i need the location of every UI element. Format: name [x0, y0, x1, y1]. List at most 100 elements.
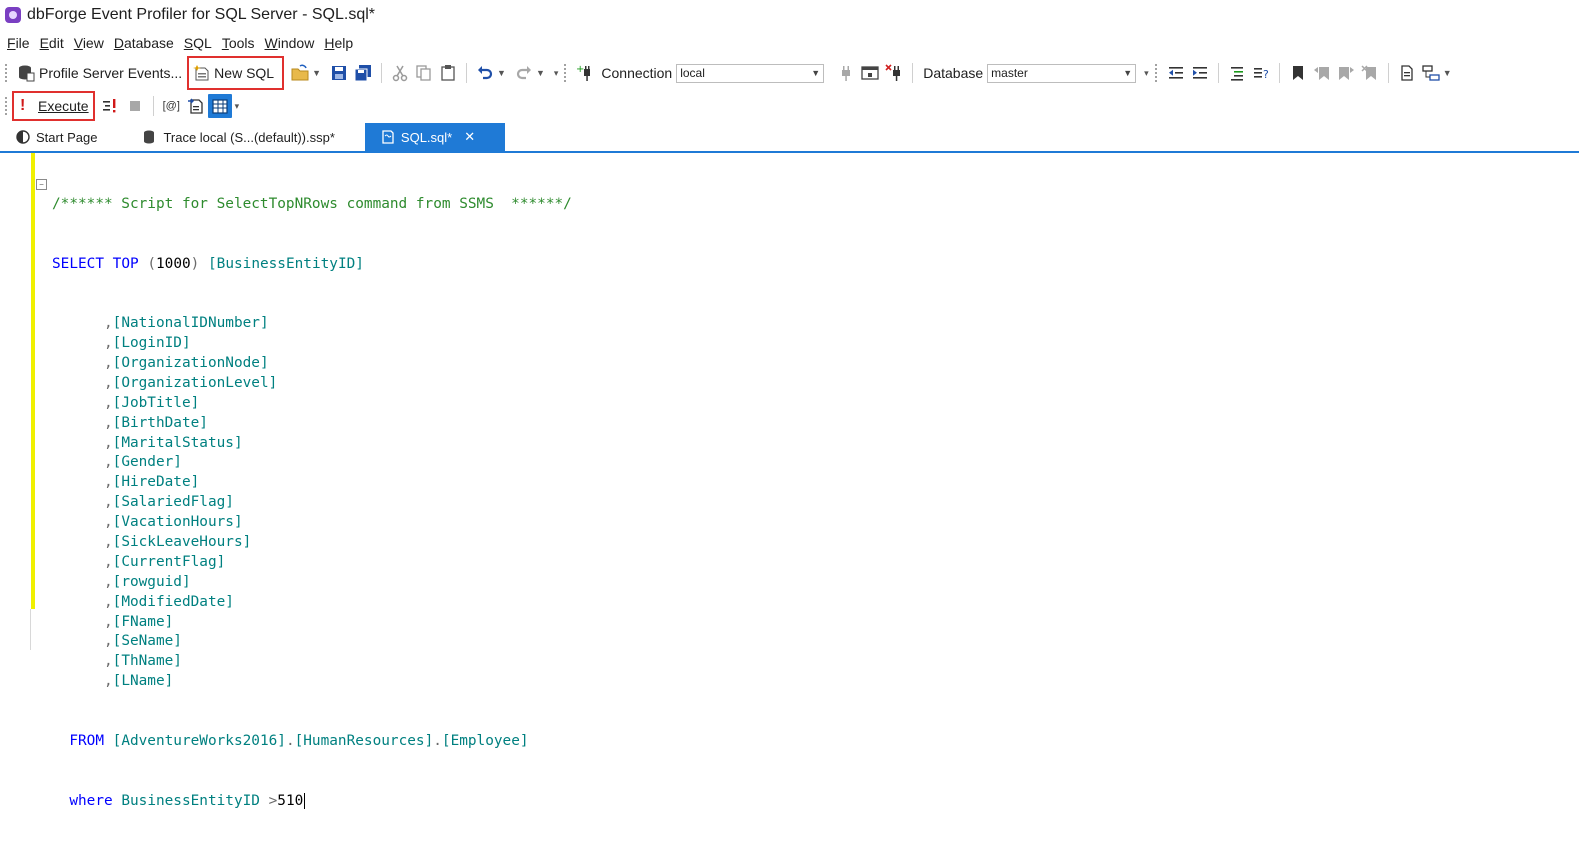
menu-item-sql[interactable]: SQL — [180, 35, 216, 51]
toolbar-grip[interactable] — [563, 63, 568, 83]
sql-toolbar: ! Execute [@] ▾ — [0, 91, 1579, 121]
menu-label-rest: indow — [277, 35, 315, 51]
code-line: ,[LName] — [52, 672, 572, 692]
previous-bookmark-button[interactable] — [1310, 61, 1334, 85]
export-document-icon — [187, 97, 205, 115]
connection-select[interactable]: local ▼ — [676, 63, 825, 83]
menu-label-rest: atabase — [123, 35, 174, 51]
profile-server-events-label: Profile Server Events... — [39, 65, 183, 81]
comma: , — [103, 355, 113, 371]
comma: , — [103, 474, 113, 491]
menu-item-tools[interactable]: Tools — [218, 35, 259, 51]
code-area[interactable]: /****** Script for SelectTopNRows comman… — [52, 155, 572, 851]
document-outline-button[interactable] — [1395, 61, 1419, 85]
toolbar-grip[interactable] — [1153, 63, 1158, 83]
menu-item-window[interactable]: Window — [261, 35, 319, 51]
collapse-icon[interactable]: − — [36, 179, 47, 190]
column-identifier: [MaritalStatus] — [112, 434, 243, 451]
database-select-value: master — [991, 66, 1028, 80]
comma: , — [103, 593, 113, 610]
menu-label-rest: ools — [228, 35, 255, 51]
disconnect-icon — [885, 64, 903, 82]
execute-current-statement-button[interactable] — [99, 94, 123, 118]
menu-item-file[interactable]: File — [3, 35, 34, 51]
results-to-grid-button[interactable] — [207, 94, 232, 118]
tab-start-page[interactable]: Start Page — [0, 123, 109, 151]
code-line: FROM [AdventureWorks2016].[HumanResource… — [52, 732, 572, 752]
database-identifier: [AdventureWorks2016] — [112, 732, 286, 749]
copy-button[interactable] — [412, 61, 436, 85]
menu-item-database[interactable]: Database — [110, 35, 178, 51]
toolbar-overflow-icon[interactable]: ▾ — [1144, 68, 1149, 79]
new-connection-button[interactable]: + — [573, 61, 597, 85]
menu-item-help[interactable]: Help — [320, 35, 357, 51]
tab-trace-local[interactable]: Trace local (S...(default)).ssp* — [127, 123, 346, 151]
comma: , — [103, 633, 113, 650]
toolbar-grip[interactable] — [4, 63, 8, 83]
format-question-icon: ? — [1252, 64, 1270, 82]
column-identifier: [Gender] — [112, 454, 182, 471]
sql-editor[interactable]: − /****** Script for SelectTopNRows comm… — [0, 153, 1579, 809]
toolbar-overflow-icon[interactable]: ▾ — [235, 101, 240, 112]
paren: ) — [190, 255, 200, 272]
comma: , — [103, 673, 113, 690]
toggle-bookmark-button[interactable] — [1286, 61, 1310, 85]
decrease-indent-button[interactable] — [1164, 61, 1188, 85]
chevron-down-icon: ▼ — [1123, 68, 1133, 78]
undo-dropdown-arrow[interactable]: ▼ — [497, 68, 506, 78]
disconnect-button[interactable] — [882, 61, 906, 85]
code-line: where BusinessEntityID >510 — [52, 792, 572, 812]
save-button[interactable] — [327, 61, 351, 85]
undo-button[interactable]: ▼ — [473, 61, 512, 85]
comma: , — [103, 553, 113, 570]
redo-dropdown-arrow[interactable]: ▼ — [536, 68, 545, 78]
menu-accelerator: E — [39, 35, 49, 51]
menu-item-edit[interactable]: Edit — [36, 35, 68, 51]
menu-accelerator: W — [264, 35, 278, 51]
open-dropdown-arrow[interactable]: ▼ — [312, 68, 321, 78]
tab-sql-file[interactable]: SQL.sql* ✕ — [364, 123, 506, 151]
comma: , — [103, 454, 113, 471]
next-bookmark-button[interactable] — [1334, 61, 1358, 85]
format-selection-button[interactable]: ? — [1249, 61, 1273, 85]
parameters-button[interactable]: [@] — [160, 94, 184, 118]
cut-button[interactable] — [388, 61, 412, 85]
redo-button[interactable]: ▼ — [512, 61, 551, 85]
execute-button[interactable]: ! Execute — [12, 91, 95, 121]
column-identifier: [LName] — [112, 673, 174, 690]
save-icon — [330, 64, 348, 82]
close-tab-icon[interactable]: ✕ — [464, 129, 475, 145]
code-line: SELECT TOP (1000) [BusinessEntityID] — [52, 255, 572, 275]
stop-execution-button[interactable] — [123, 94, 147, 118]
open-file-button[interactable]: ▼ — [288, 61, 327, 85]
column-identifier: [ModifiedDate] — [112, 593, 234, 610]
code-line: ,[rowguid] — [52, 573, 572, 593]
comma: , — [103, 434, 113, 451]
paste-icon — [439, 64, 457, 82]
paste-button[interactable] — [436, 61, 460, 85]
format-button[interactable] — [1225, 61, 1249, 85]
clear-bookmarks-button[interactable] — [1358, 61, 1382, 85]
app-logo-icon — [5, 7, 21, 23]
format-lines-icon — [1228, 64, 1246, 82]
save-all-icon — [354, 64, 372, 82]
increase-indent-button[interactable] — [1188, 61, 1212, 85]
database-select[interactable]: master ▼ — [987, 63, 1137, 83]
layout-dropdown-arrow[interactable]: ▼ — [1443, 68, 1452, 78]
save-all-button[interactable] — [351, 61, 375, 85]
change-connection-button[interactable] — [858, 61, 882, 85]
profile-server-events-button[interactable]: Profile Server Events... — [14, 61, 185, 85]
toolbar-grip[interactable] — [4, 96, 8, 116]
layout-button[interactable]: ▼ — [1419, 61, 1458, 85]
column-identifier: [rowguid] — [112, 573, 191, 590]
toolbar-overflow-icon[interactable]: ▾ — [554, 68, 559, 79]
code-line: ,[BirthDate] — [52, 414, 572, 434]
menu-item-view[interactable]: View — [70, 35, 108, 51]
dot: . — [285, 732, 295, 749]
new-sql-label: New SQL — [214, 65, 275, 81]
new-sql-button[interactable]: New SQL — [187, 56, 285, 90]
connect-button[interactable] — [834, 61, 858, 85]
results-to-file-button[interactable] — [184, 94, 208, 118]
code-line: ,[JobTitle] — [52, 394, 572, 414]
column-identifier: [SeName] — [112, 633, 182, 650]
